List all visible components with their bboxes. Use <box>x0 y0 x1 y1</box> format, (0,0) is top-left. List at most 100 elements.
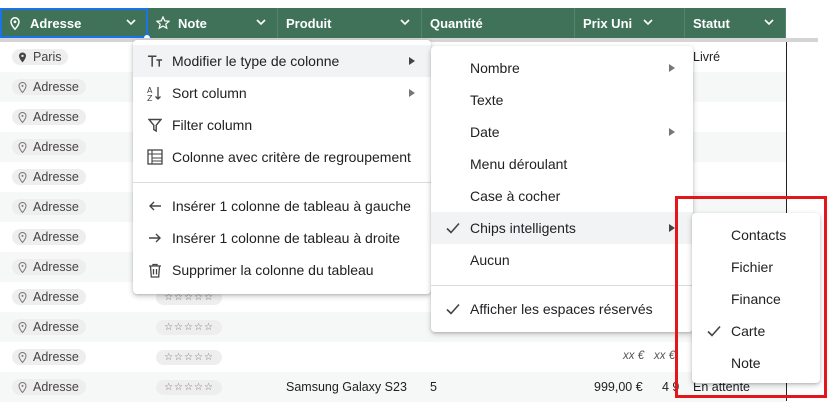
trash-icon <box>147 262 163 278</box>
address-chip[interactable]: Adresse <box>12 349 86 365</box>
chip-label: Adresse <box>33 80 79 94</box>
chip-item-note[interactable]: Note <box>692 347 820 379</box>
address-chip[interactable]: Adresse <box>12 199 86 215</box>
type-item-chips-intelligents[interactable]: Chips intelligents <box>431 212 693 244</box>
location-pin-icon <box>18 231 27 243</box>
location-pin-icon <box>18 141 27 153</box>
menu-item-label: Insérer 1 colonne de tableau à gauche <box>172 198 411 214</box>
menu-item-insert-column-left[interactable]: Insérer 1 colonne de tableau à gauche <box>133 190 431 222</box>
chevron-down-icon[interactable] <box>255 16 267 28</box>
menu-item-label: Fichier <box>731 259 774 275</box>
menu-item-delete-column[interactable]: Supprimer la colonne du tableau <box>133 254 431 286</box>
chip-label: Adresse <box>33 110 79 124</box>
address-chip[interactable]: Adresse <box>12 259 86 275</box>
type-item-aucun[interactable]: Aucun <box>431 244 693 276</box>
submenu-arrow-icon <box>409 89 415 97</box>
address-chip[interactable]: Adresse <box>12 109 86 125</box>
column-header-produit[interactable]: Produit <box>278 8 422 38</box>
menu-item-label: Nombre <box>470 60 520 76</box>
status-cell: Livré <box>693 50 721 64</box>
chevron-down-icon[interactable] <box>763 16 775 28</box>
menu-item-insert-column-right[interactable]: Insérer 1 colonne de tableau à droite <box>133 222 431 254</box>
location-pin-icon <box>18 261 27 273</box>
checkmark-icon <box>445 301 461 317</box>
column-header-label: Note <box>178 15 207 31</box>
menu-item-group-column[interactable]: Colonne avec critère de regroupement <box>133 141 431 173</box>
product-cell[interactable]: Samsung Galaxy S23 <box>286 380 407 394</box>
total-cell[interactable]: 4 9 <box>662 380 679 394</box>
chip-item-carte[interactable]: Carte <box>692 315 820 347</box>
address-chip[interactable]: Adresse <box>12 169 86 185</box>
location-pin-icon <box>19 52 26 62</box>
price-cell[interactable]: 999,00 € <box>594 380 643 394</box>
address-chip[interactable]: Adresse <box>12 79 86 95</box>
location-pin-icon <box>18 171 27 183</box>
column-header-statut[interactable]: Statut <box>685 8 786 38</box>
chip-item-fichier[interactable]: Fichier <box>692 251 820 283</box>
menu-item-label: Insérer 1 colonne de tableau à droite <box>172 230 401 246</box>
location-pin-icon <box>18 111 27 123</box>
column-header-label: Produit <box>286 15 332 31</box>
location-pin-icon <box>18 321 27 333</box>
type-item-texte[interactable]: Texte <box>431 84 693 116</box>
rating-stars[interactable]: ☆☆☆☆☆ <box>156 380 222 395</box>
chip-label: Adresse <box>33 230 79 244</box>
menu-item-label: Sort column <box>172 85 247 101</box>
table-row: Adresse ☆☆☆☆☆ xx € xx € <box>0 342 786 372</box>
chip-label: Adresse <box>33 260 79 274</box>
column-header-adresse[interactable]: Adresse <box>0 8 148 38</box>
submenu-arrow-icon <box>409 57 415 65</box>
address-chip[interactable]: Adresse <box>12 229 86 245</box>
column-type-submenu: Nombre Texte Date Menu déroulant Case à … <box>431 46 693 332</box>
menu-item-label: Colonne avec critère de regroupement <box>172 149 411 165</box>
arrow-left-icon <box>147 198 163 214</box>
menu-item-sort-column[interactable]: AZ Sort column <box>133 77 431 109</box>
chip-label: Adresse <box>33 380 79 394</box>
address-chip[interactable]: Adresse <box>12 319 86 335</box>
type-item-date[interactable]: Date <box>431 116 693 148</box>
table-row: Adresse ☆☆☆☆☆ Samsung Galaxy S23 5 999,0… <box>0 372 786 402</box>
rating-stars[interactable]: ☆☆☆☆☆ <box>156 320 222 335</box>
chevron-down-icon[interactable] <box>642 16 654 28</box>
column-header-label: Adresse <box>30 15 82 31</box>
type-item-menu-deroulant[interactable]: Menu déroulant <box>431 148 693 180</box>
chip-label: Adresse <box>33 200 79 214</box>
chevron-down-icon[interactable] <box>125 16 137 28</box>
menu-item-label: Texte <box>470 92 504 108</box>
chip-label: Adresse <box>33 140 79 154</box>
quantity-cell[interactable]: 5 <box>430 380 437 394</box>
menu-item-label: Menu déroulant <box>470 156 568 172</box>
address-chip[interactable]: Adresse <box>12 289 86 305</box>
chip-item-contacts[interactable]: Contacts <box>692 219 820 251</box>
location-pin-icon <box>18 291 27 303</box>
type-item-show-placeholders[interactable]: Afficher les espaces réservés <box>431 293 693 325</box>
filter-icon <box>147 117 163 133</box>
group-table-icon <box>147 149 163 165</box>
price-placeholder: xx € <box>623 350 645 362</box>
menu-item-label: Afficher les espaces réservés <box>470 301 653 317</box>
location-pin-icon <box>18 81 27 93</box>
chip-label: Adresse <box>33 290 79 304</box>
chip-item-finance[interactable]: Finance <box>692 283 820 315</box>
total-placeholder: xx € <box>654 350 676 362</box>
submenu-arrow-icon <box>669 128 675 136</box>
checkmark-icon <box>445 220 461 236</box>
menu-item-change-column-type[interactable]: Modifier le type de colonne <box>133 45 431 77</box>
address-chip[interactable]: Adresse <box>12 379 86 395</box>
column-header-prix-unitaire[interactable]: Prix Uni <box>575 8 685 38</box>
menu-item-label: Case à cocher <box>470 188 561 204</box>
column-header-note[interactable]: Note <box>148 8 278 38</box>
smart-chips-submenu: Contacts Fichier Finance Carte Note <box>692 213 820 383</box>
menu-item-label: Carte <box>731 323 766 339</box>
type-item-case-a-cocher[interactable]: Case à cocher <box>431 180 693 212</box>
menu-item-filter-column[interactable]: Filter column <box>133 109 431 141</box>
checkmark-icon <box>706 323 722 339</box>
type-item-nombre[interactable]: Nombre <box>431 52 693 84</box>
chip-label: Adresse <box>33 320 79 334</box>
table-header-row: Adresse Note Produit Quantité Prix Uni S… <box>0 8 786 38</box>
rating-stars[interactable]: ☆☆☆☆☆ <box>156 350 222 365</box>
column-header-quantite[interactable]: Quantité <box>422 8 575 38</box>
address-chip[interactable]: Adresse <box>12 139 86 155</box>
chevron-down-icon[interactable] <box>399 16 411 28</box>
address-chip[interactable]: Paris <box>12 49 69 65</box>
